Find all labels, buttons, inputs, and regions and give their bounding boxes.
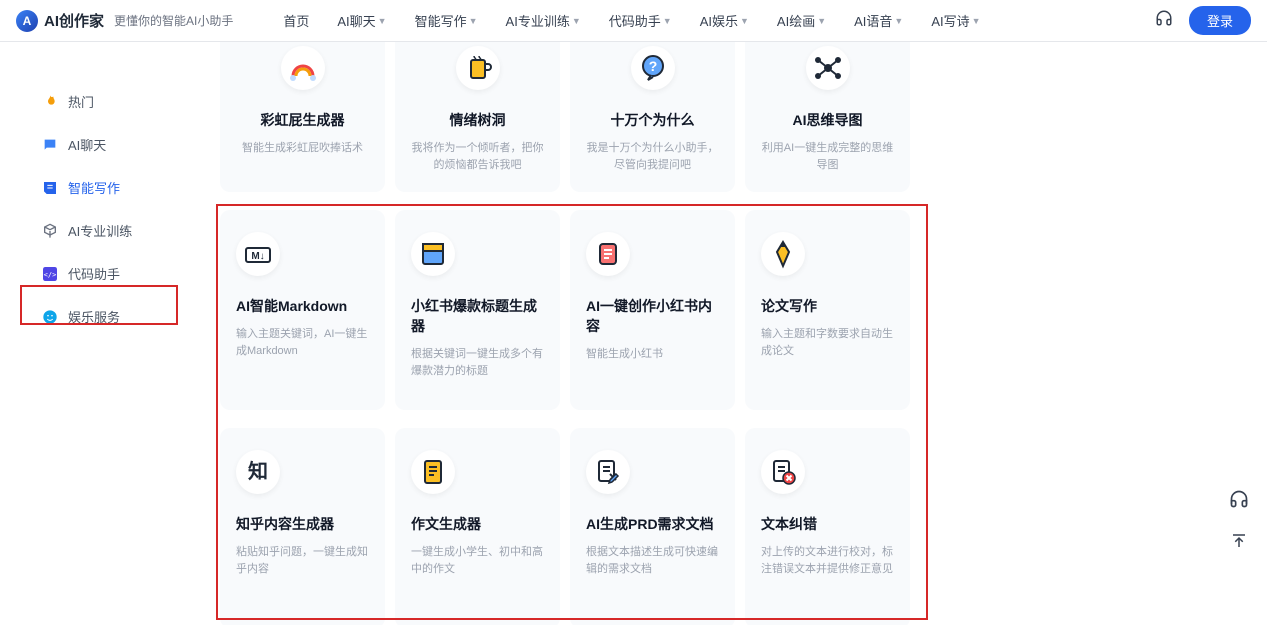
card-title: AI生成PRD需求文档	[586, 514, 714, 534]
chevron-down-icon: ▼	[469, 16, 478, 26]
logo[interactable]: A AI创作家	[16, 10, 104, 32]
edit-icon	[42, 180, 58, 196]
card-desc: 对上传的文本进行校对，标注错误文本并提供修正意见	[761, 544, 894, 577]
card-rainbow[interactable]: 彩虹屁生成器智能生成彩虹屁吹捧话术	[220, 42, 385, 192]
card-question[interactable]: ? 十万个为什么我是十万个为什么小助手，尽管向我提问吧	[570, 42, 735, 192]
nav-item-4[interactable]: 代码助手▼	[609, 11, 672, 30]
nav-item-3[interactable]: AI专业训练▼	[506, 11, 581, 30]
login-button[interactable]: 登录	[1189, 6, 1251, 35]
card-title: 知乎内容生成器	[236, 514, 334, 534]
nav-item-0[interactable]: 首页	[283, 11, 309, 30]
card-title: AI思维导图	[793, 110, 863, 130]
card-doc[interactable]: 作文生成器一键生成小学生、初中和高中的作文	[395, 428, 560, 625]
support-icon[interactable]	[1225, 485, 1253, 513]
sidebar-item-1[interactable]: AI聊天	[30, 125, 170, 164]
card-desc: 智能生成彩虹屁吹捧话术	[242, 140, 363, 157]
card-docedit[interactable]: AI生成PRD需求文档根据文本描述生成可快速编辑的需求文档	[570, 428, 735, 625]
main-content: 彩虹屁生成器智能生成彩虹屁吹捧话术情绪树洞我将作为一个倾听者，把你的烦恼都告诉我…	[210, 42, 1267, 625]
svg-text:知: 知	[248, 459, 268, 483]
fire-icon	[42, 94, 58, 110]
zhi-icon: 知	[236, 450, 280, 494]
chevron-down-icon: ▼	[817, 16, 826, 26]
sidebar-item-4[interactable]: </>代码助手	[30, 254, 170, 293]
markdown-icon: M↓	[236, 232, 280, 276]
card-title: 作文生成器	[411, 514, 481, 534]
nav-item-8[interactable]: AI写诗▼	[931, 11, 980, 30]
card-mindmap[interactable]: AI思维导图利用AI一键生成完整的思维导图	[745, 42, 910, 192]
nav-item-2[interactable]: 智能写作▼	[415, 11, 478, 30]
svg-text:M↓: M↓	[251, 251, 264, 262]
card-desc: 利用AI一键生成完整的思维导图	[757, 140, 898, 173]
svg-text:?: ?	[648, 58, 657, 74]
card-title: 情绪树洞	[450, 110, 506, 130]
card-markdown[interactable]: M↓ AI智能Markdown 输入主题关键词，AI一键生成Markdown	[220, 210, 385, 410]
card-cup[interactable]: 情绪树洞我将作为一个倾听者，把你的烦恼都告诉我吧	[395, 42, 560, 192]
rainbow-icon	[281, 46, 325, 90]
card-title: AI一键创作小红书内容	[586, 296, 719, 336]
card-desc: 我将作为一个倾听者，把你的烦恼都告诉我吧	[407, 140, 548, 173]
docedit-icon	[586, 450, 630, 494]
card-pen[interactable]: 论文写作输入主题和字数要求自动生成论文	[745, 210, 910, 410]
card-title: 小红书爆款标题生成器	[411, 296, 544, 336]
nav-item-7[interactable]: AI语音▼	[854, 11, 903, 30]
chevron-down-icon: ▼	[740, 16, 749, 26]
card-title: 文本纠错	[761, 514, 817, 534]
chevron-down-icon: ▼	[663, 16, 672, 26]
nav-item-6[interactable]: AI绘画▼	[777, 11, 826, 30]
sidebar-item-2[interactable]: 智能写作	[30, 168, 170, 207]
card-desc: 一键生成小学生、初中和高中的作文	[411, 544, 544, 577]
card-zhi[interactable]: 知知乎内容生成器粘贴知乎问题，一键生成知乎内容	[220, 428, 385, 625]
chevron-down-icon: ▼	[378, 16, 387, 26]
sidebar: 热门 AI聊天智能写作 AI专业训练 </>代码助手娱乐服务	[0, 42, 210, 625]
cube-icon	[42, 223, 58, 239]
question-icon: ?	[631, 46, 675, 90]
chat-icon	[42, 137, 58, 153]
app-name: AI创作家	[44, 10, 104, 31]
card-title: 彩虹屁生成器	[261, 110, 345, 130]
top-nav: 首页 AI聊天▼ 智能写作▼ AI专业训练▼ 代码助手▼ AI娱乐▼ AI绘画▼ AI语音▼ A…	[283, 11, 980, 30]
code-icon: </>	[42, 266, 58, 282]
chevron-down-icon: ▼	[972, 16, 981, 26]
chevron-down-icon: ▼	[894, 16, 903, 26]
card-title: AI智能Markdown	[236, 296, 347, 316]
card-desc: 根据关键词一键生成多个有爆款潜力的标题	[411, 346, 544, 379]
logo-icon: A	[16, 10, 38, 32]
back-to-top-icon[interactable]	[1225, 527, 1253, 555]
card-desc: 输入主题关键词，AI一键生成Markdown	[236, 326, 369, 359]
svg-text:</>: </>	[44, 270, 57, 278]
note-icon	[586, 232, 630, 276]
nav-item-1[interactable]: AI聊天▼	[337, 11, 386, 30]
card-note[interactable]: AI一键创作小红书内容智能生成小红书	[570, 210, 735, 410]
card-desc: 根据文本描述生成可快速编辑的需求文档	[586, 544, 719, 577]
card-desc: 粘贴知乎问题，一键生成知乎内容	[236, 544, 369, 577]
sidebar-item-3[interactable]: AI专业训练	[30, 211, 170, 250]
card-desc: 输入主题和字数要求自动生成论文	[761, 326, 894, 359]
sidebar-item-0[interactable]: 热门	[30, 82, 170, 121]
card-window[interactable]: 小红书爆款标题生成器根据关键词一键生成多个有爆款潜力的标题	[395, 210, 560, 410]
cup-icon	[456, 46, 500, 90]
mindmap-icon	[806, 46, 850, 90]
card-desc: 我是十万个为什么小助手，尽管向我提问吧	[582, 140, 723, 173]
headset-icon[interactable]	[1155, 9, 1173, 32]
card-title: 十万个为什么	[611, 110, 695, 130]
docerror-icon	[761, 450, 805, 494]
nav-item-5[interactable]: AI娱乐▼	[700, 11, 749, 30]
doc-icon	[411, 450, 455, 494]
chevron-down-icon: ▼	[572, 16, 581, 26]
pen-icon	[761, 232, 805, 276]
sidebar-item-5[interactable]: 娱乐服务	[30, 297, 170, 336]
tagline: 更懂你的智能AI小助手	[114, 12, 233, 29]
window-icon	[411, 232, 455, 276]
smile-icon	[42, 309, 58, 325]
card-title: 论文写作	[761, 296, 817, 316]
card-docerror[interactable]: 文本纠错对上传的文本进行校对，标注错误文本并提供修正意见	[745, 428, 910, 625]
card-desc: 智能生成小红书	[586, 346, 663, 363]
